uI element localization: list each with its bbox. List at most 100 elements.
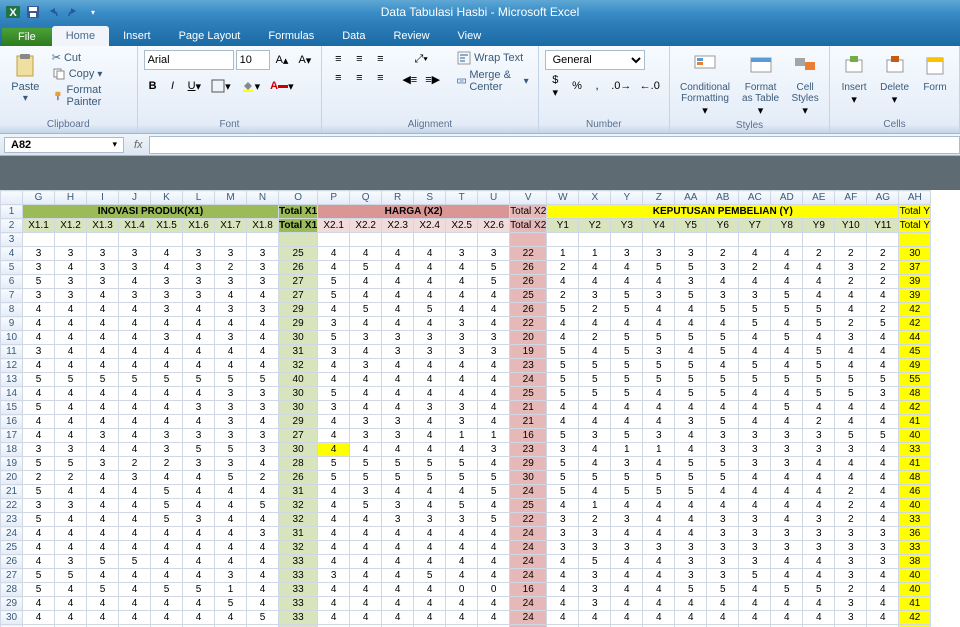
cell[interactable]: 4 [382, 569, 414, 583]
cell[interactable]: 4 [867, 345, 899, 359]
cell[interactable]: 4 [350, 289, 382, 303]
ribbon-tab-review[interactable]: Review [379, 26, 443, 46]
cell[interactable]: 4 [247, 583, 279, 597]
cell-total-y[interactable]: 55 [899, 373, 931, 387]
cell[interactable]: 4 [867, 569, 899, 583]
cell[interactable]: 5 [151, 513, 183, 527]
cell[interactable]: 4 [739, 471, 771, 485]
cell-total-x2[interactable]: 24 [510, 611, 547, 625]
cell[interactable]: 3 [643, 345, 675, 359]
cell[interactable]: 3 [183, 289, 215, 303]
cell[interactable]: 3 [835, 597, 867, 611]
cell[interactable]: 5 [643, 359, 675, 373]
cell[interactable]: 4 [579, 415, 611, 429]
cell[interactable]: 5 [446, 457, 478, 471]
cell[interactable]: 4 [547, 611, 579, 625]
cell[interactable]: 4 [611, 499, 643, 513]
cell[interactable]: 4 [739, 401, 771, 415]
cell[interactable]: 5 [707, 457, 739, 471]
cell[interactable]: 4 [87, 345, 119, 359]
cell[interactable]: 1 [611, 443, 643, 457]
row-header[interactable]: 2 [1, 219, 23, 233]
cell[interactable]: 5 [318, 275, 350, 289]
shrink-font-button[interactable]: A▾ [294, 51, 315, 69]
accounting-button[interactable]: $ ▾ [545, 77, 566, 95]
cell[interactable]: 4 [119, 415, 151, 429]
cell[interactable]: 2 [119, 457, 151, 471]
cell[interactable]: 5 [643, 471, 675, 485]
cell[interactable]: 4 [87, 471, 119, 485]
cell[interactable]: 4 [643, 457, 675, 471]
cell[interactable]: 5 [675, 373, 707, 387]
cell[interactable]: 4 [23, 555, 55, 569]
cell[interactable]: 3 [215, 303, 247, 317]
cell-total-x1[interactable]: 25 [279, 247, 318, 261]
italic-button[interactable]: I [164, 77, 182, 95]
cell[interactable]: 3 [739, 527, 771, 541]
cell[interactable]: 4 [675, 303, 707, 317]
cell-total-x2[interactable]: 26 [510, 275, 547, 289]
cell[interactable]: 4 [183, 555, 215, 569]
cell[interactable]: 5 [183, 583, 215, 597]
decrease-decimal-button[interactable]: ←.0 [637, 77, 663, 95]
cell[interactable]: 5 [318, 289, 350, 303]
cell[interactable]: 3 [611, 541, 643, 555]
cell[interactable]: 5 [215, 597, 247, 611]
cell[interactable]: 5 [23, 569, 55, 583]
cell[interactable]: 4 [350, 513, 382, 527]
cell[interactable]: 4 [478, 541, 510, 555]
cell[interactable]: 4 [382, 485, 414, 499]
cell[interactable] [771, 233, 803, 247]
comma-button[interactable]: , [588, 77, 606, 95]
col-header[interactable]: S [414, 191, 446, 205]
cell[interactable]: 4 [55, 387, 87, 401]
cell[interactable]: 4 [87, 597, 119, 611]
cell[interactable]: 4 [579, 611, 611, 625]
row-header[interactable]: 5 [1, 261, 23, 275]
cell[interactable]: 4 [215, 289, 247, 303]
cell[interactable]: 5 [547, 429, 579, 443]
redo-icon[interactable] [64, 3, 82, 21]
cell[interactable]: 4 [478, 303, 510, 317]
cell-total-x1[interactable]: 27 [279, 289, 318, 303]
cell-total-x2[interactable]: 22 [510, 317, 547, 331]
cell[interactable] [547, 233, 579, 247]
cell[interactable]: 4 [183, 303, 215, 317]
cell[interactable]: 1 [478, 429, 510, 443]
cell[interactable]: 4 [87, 387, 119, 401]
cell[interactable]: 4 [151, 317, 183, 331]
cell-total-y[interactable]: 33 [899, 443, 931, 457]
cell[interactable]: 4 [350, 541, 382, 555]
cell[interactable]: 4 [119, 275, 151, 289]
cell[interactable]: 3 [183, 261, 215, 275]
cell[interactable]: 4 [382, 303, 414, 317]
cell[interactable]: 3 [318, 569, 350, 583]
cell[interactable]: 4 [247, 555, 279, 569]
cell[interactable]: 4 [23, 597, 55, 611]
cell[interactable]: 4 [835, 401, 867, 415]
cell[interactable]: 3 [151, 303, 183, 317]
cell[interactable]: 3 [215, 429, 247, 443]
cell[interactable]: 3 [215, 569, 247, 583]
row-header[interactable]: 21 [1, 485, 23, 499]
cell-total-y[interactable]: 45 [899, 345, 931, 359]
cell-total-x2[interactable]: 26 [510, 261, 547, 275]
cell[interactable]: 3 [350, 331, 382, 345]
cell[interactable]: 5 [707, 387, 739, 401]
cell[interactable]: 4 [446, 359, 478, 373]
cell[interactable]: 5 [611, 429, 643, 443]
cell[interactable]: 4 [350, 345, 382, 359]
select-all-corner[interactable] [1, 191, 23, 205]
cell[interactable]: 0 [446, 583, 478, 597]
cell[interactable]: 5 [739, 373, 771, 387]
cell[interactable]: 4 [643, 611, 675, 625]
cell[interactable]: 5 [414, 569, 446, 583]
cell[interactable]: 5 [414, 471, 446, 485]
cell[interactable]: 4 [318, 555, 350, 569]
cell[interactable]: 4 [414, 527, 446, 541]
cell[interactable]: 4 [87, 485, 119, 499]
cell[interactable]: 5 [215, 471, 247, 485]
cell[interactable]: 3 [579, 289, 611, 303]
cell[interactable]: 3 [771, 429, 803, 443]
cell[interactable]: 3 [835, 541, 867, 555]
